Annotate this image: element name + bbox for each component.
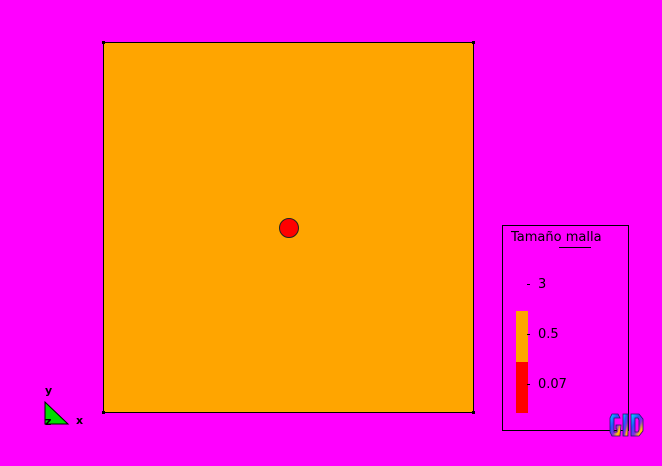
legend-tick [527,384,530,385]
z-axis-label: z [45,415,52,428]
legend-color-bar-mid [516,311,528,362]
domain-corner-node [472,411,475,414]
mesh-size-legend: Tamaño malla 3 0.5 0.07 [502,225,629,431]
legend-label-max: 3 [538,277,547,292]
y-axis-label: y [45,384,53,397]
gid-logo-icon [608,408,646,440]
graphics-viewport[interactable]: Tamaño malla 3 0.5 0.07 y z x [0,0,662,466]
mesh-hole-circle [279,218,299,238]
legend-tick [527,334,530,335]
legend-title-underline [559,247,591,248]
legend-color-bar-low [516,362,528,413]
legend-title: Tamaño malla [511,230,602,245]
legend-tick [527,284,530,285]
legend-label-mid: 0.5 [538,327,559,342]
domain-corner-node [102,411,105,414]
x-axis-label: x [76,414,84,427]
legend-label-min: 0.07 [538,377,567,392]
domain-corner-node [102,41,105,44]
axes-triad-icon: y z x [40,384,90,428]
domain-corner-node [472,41,475,44]
